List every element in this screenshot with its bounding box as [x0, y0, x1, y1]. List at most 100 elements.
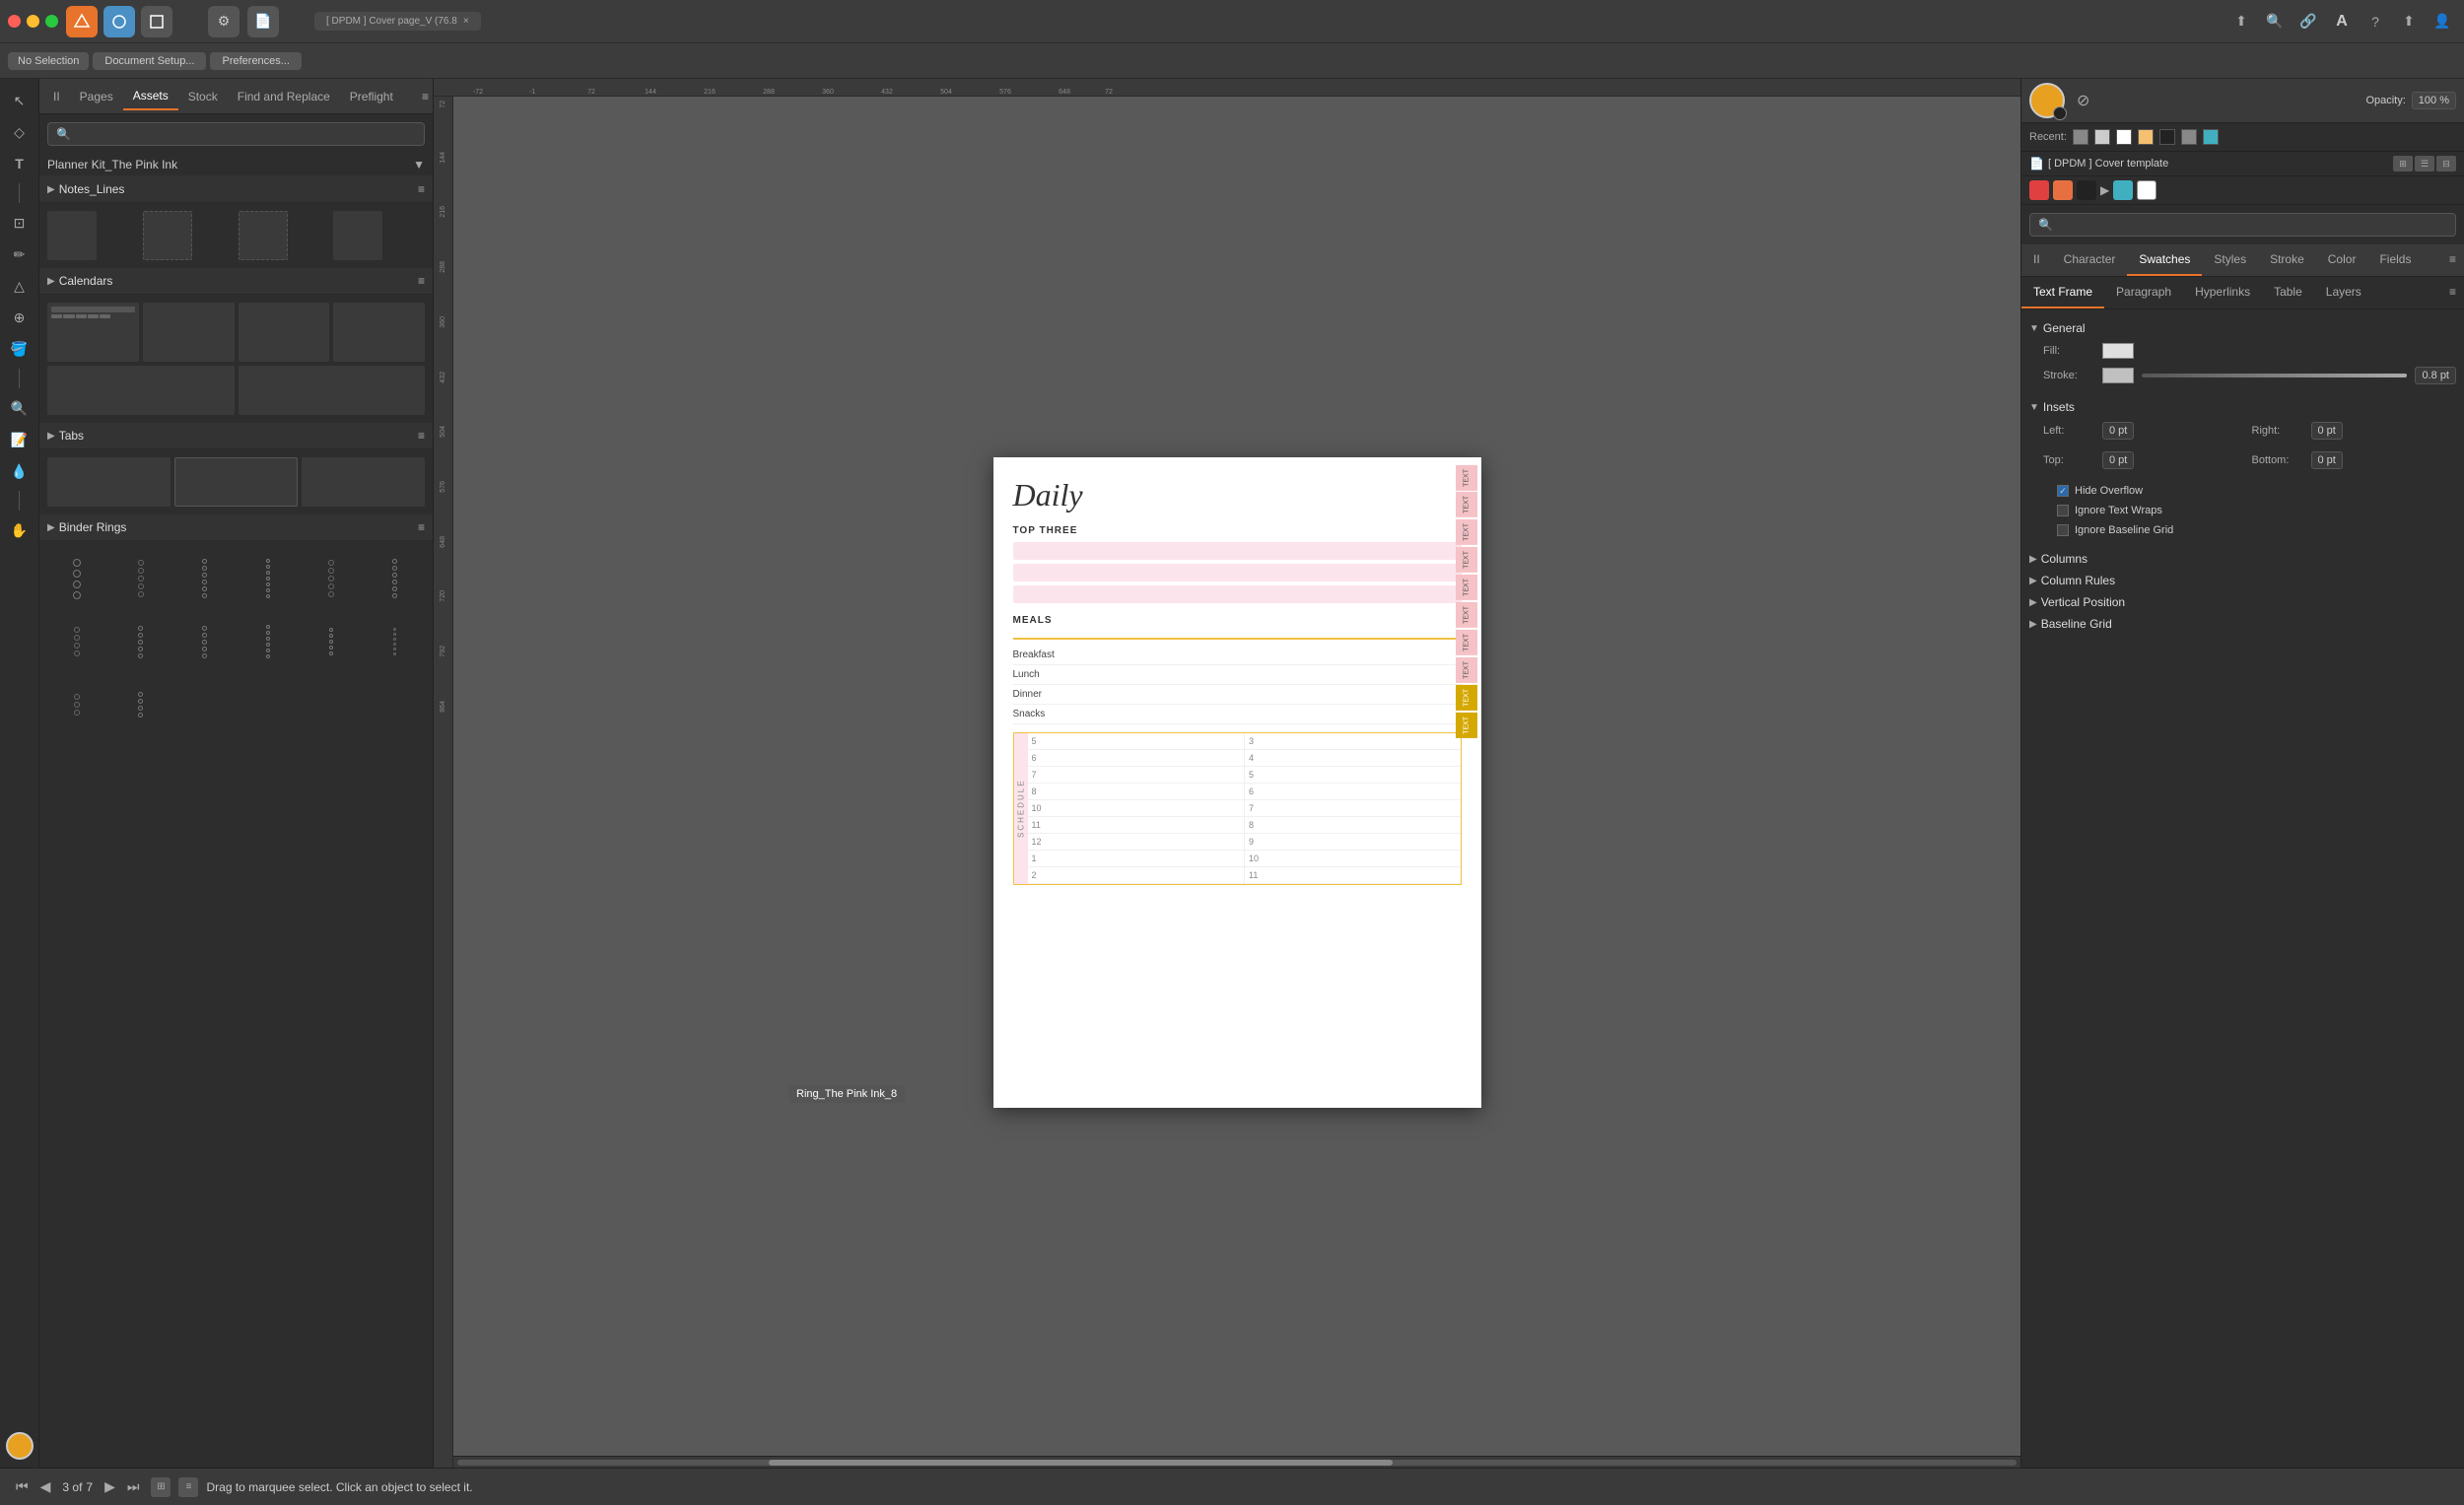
section-notes-lines[interactable]: ▶ Notes_Lines ≡: [39, 176, 433, 203]
side-tab-3[interactable]: TEXT: [1456, 519, 1477, 545]
pen-tool[interactable]: ✏: [6, 240, 34, 268]
tab-stock[interactable]: Stock: [178, 84, 228, 109]
right-panel-tab-menu[interactable]: ≡: [2441, 244, 2464, 276]
crop-tool[interactable]: ⊕: [6, 304, 34, 331]
right-inset-value[interactable]: 0 pt: [2311, 422, 2343, 440]
stroke-color-circle[interactable]: [2053, 106, 2067, 120]
left-inset-value[interactable]: 0 pt: [2102, 422, 2134, 440]
calendar-thumb-1[interactable]: [47, 303, 139, 362]
recent-swatch-4[interactable]: [2138, 129, 2154, 145]
zoom-icon[interactable]: 🔍: [2261, 8, 2289, 35]
stroke-slider[interactable]: [2142, 374, 2407, 377]
side-tab-8[interactable]: TEXT: [1456, 657, 1477, 683]
binder-ring-4[interactable]: [239, 549, 299, 608]
horizontal-scrollbar[interactable]: [453, 1456, 2020, 1468]
binder-ring-9[interactable]: [174, 612, 235, 671]
baseline-grid-header[interactable]: ▶ Baseline Grid: [2029, 613, 2456, 635]
recent-swatch-5[interactable]: [2159, 129, 2175, 145]
thumbnail-item[interactable]: [239, 211, 288, 260]
binder-ring-14[interactable]: [111, 675, 171, 734]
section-menu-binder[interactable]: ≡: [418, 520, 425, 534]
swatches-search-input[interactable]: [2029, 213, 2456, 237]
fill-color-box[interactable]: [2102, 343, 2134, 359]
binder-ring-1[interactable]: [47, 549, 107, 608]
insets-section-header[interactable]: ▼ Insets: [2029, 396, 2456, 418]
rtt-layers[interactable]: Layers: [2314, 277, 2373, 308]
calendar-thumb-wide-1[interactable]: [47, 366, 235, 415]
file-icon[interactable]: 📄: [247, 6, 279, 37]
rt-ii[interactable]: II: [2021, 244, 2052, 276]
side-tab-1[interactable]: TEXT: [1456, 465, 1477, 491]
section-tabs[interactable]: ▶ Tabs ≡: [39, 423, 433, 449]
layout-mode-toggle[interactable]: ≡: [178, 1477, 198, 1497]
rtt-text-frame[interactable]: Text Frame: [2021, 277, 2104, 308]
binder-ring-10[interactable]: [239, 612, 299, 671]
vertical-position-header[interactable]: ▶ Vertical Position: [2029, 591, 2456, 613]
text-tool-icon[interactable]: A: [2328, 8, 2356, 35]
color-chip-white[interactable]: [2137, 180, 2156, 200]
tab-pages[interactable]: Pages: [70, 84, 123, 109]
scroll-thumb-h[interactable]: [769, 1460, 1393, 1466]
opacity-value[interactable]: 100 %: [2412, 92, 2456, 109]
ignore-wraps-checkbox[interactable]: [2057, 505, 2069, 516]
column-rules-header[interactable]: ▶ Column Rules: [2029, 570, 2456, 591]
rtt-table[interactable]: Table: [2262, 277, 2314, 308]
binder-ring-8[interactable]: [111, 612, 171, 671]
shape-tool[interactable]: △: [6, 272, 34, 300]
section-calendars[interactable]: ▶ Calendars ≡: [39, 268, 433, 295]
note-tool[interactable]: 📝: [6, 426, 34, 453]
calendar-thumb-2[interactable]: [143, 303, 235, 362]
thumbnail-item[interactable]: [47, 211, 97, 260]
binder-ring-3[interactable]: [174, 549, 235, 608]
tab-ii[interactable]: II: [43, 84, 70, 109]
last-page-button[interactable]: ⏭: [123, 1476, 144, 1497]
section-binder-rings[interactable]: ▶ Binder Rings ≡: [39, 514, 433, 541]
side-tab-4[interactable]: TEXT: [1456, 547, 1477, 573]
tab-close[interactable]: ×: [463, 16, 469, 27]
tab-find-replace[interactable]: Find and Replace: [228, 84, 340, 109]
maximize-button[interactable]: [45, 15, 58, 28]
next-page-button[interactable]: ▶: [101, 1476, 119, 1497]
type-tool[interactable]: T: [6, 150, 34, 177]
stroke-value[interactable]: 0.8 pt: [2415, 367, 2456, 384]
section-menu-tabs[interactable]: ≡: [418, 429, 425, 443]
binder-ring-11[interactable]: [302, 612, 362, 671]
nav-arrow-icon[interactable]: ⬆: [2227, 8, 2255, 35]
binder-ring-13[interactable]: [47, 675, 107, 734]
calendar-thumb-wide-2[interactable]: [239, 366, 426, 415]
calendar-thumb-3[interactable]: [239, 303, 330, 362]
hide-overflow-checkbox[interactable]: ✓: [2057, 485, 2069, 497]
rt-stroke[interactable]: Stroke: [2258, 244, 2316, 276]
color-chip-red[interactable]: [2029, 180, 2049, 200]
ignore-baseline-checkbox[interactable]: [2057, 524, 2069, 536]
thumbnail-item[interactable]: [333, 211, 382, 260]
list-view-icon[interactable]: ☰: [2415, 156, 2434, 171]
calendar-thumb-4[interactable]: [333, 303, 425, 362]
left-panel-menu[interactable]: ≡: [422, 90, 429, 103]
tab-thumb-1[interactable]: [47, 457, 171, 507]
color-chip-orange[interactable]: [2053, 180, 2073, 200]
detail-view-icon[interactable]: ⊟: [2436, 156, 2456, 171]
assets-search-input[interactable]: [47, 122, 425, 146]
first-page-button[interactable]: ⏮: [12, 1476, 33, 1497]
binder-ring-12[interactable]: [366, 612, 426, 671]
scroll-track-h[interactable]: [457, 1460, 2017, 1466]
move-tool[interactable]: ✋: [6, 516, 34, 544]
recent-swatch-7[interactable]: [2203, 129, 2219, 145]
prev-page-button[interactable]: ◀: [36, 1476, 55, 1497]
top-inset-value[interactable]: 0 pt: [2102, 451, 2134, 469]
side-tab-2[interactable]: TEXT: [1456, 492, 1477, 517]
preferences-button[interactable]: Preferences...: [210, 52, 301, 70]
columns-header[interactable]: ▶ Columns: [2029, 548, 2456, 570]
color-chip-black[interactable]: [2077, 180, 2096, 200]
rtt-paragraph[interactable]: Paragraph: [2104, 277, 2183, 308]
side-tab-5[interactable]: TEXT: [1456, 575, 1477, 600]
link-icon[interactable]: 🔗: [2294, 8, 2322, 35]
recent-swatch-3[interactable]: [2116, 129, 2132, 145]
minimize-button[interactable]: [27, 15, 39, 28]
recent-swatch-1[interactable]: [2073, 129, 2088, 145]
text-frame-menu[interactable]: ≡: [2441, 277, 2464, 308]
frame-tool[interactable]: ⊡: [6, 209, 34, 237]
eyedropper-icon[interactable]: ⊘: [2077, 91, 2089, 110]
side-tab-7[interactable]: TEXT: [1456, 630, 1477, 655]
